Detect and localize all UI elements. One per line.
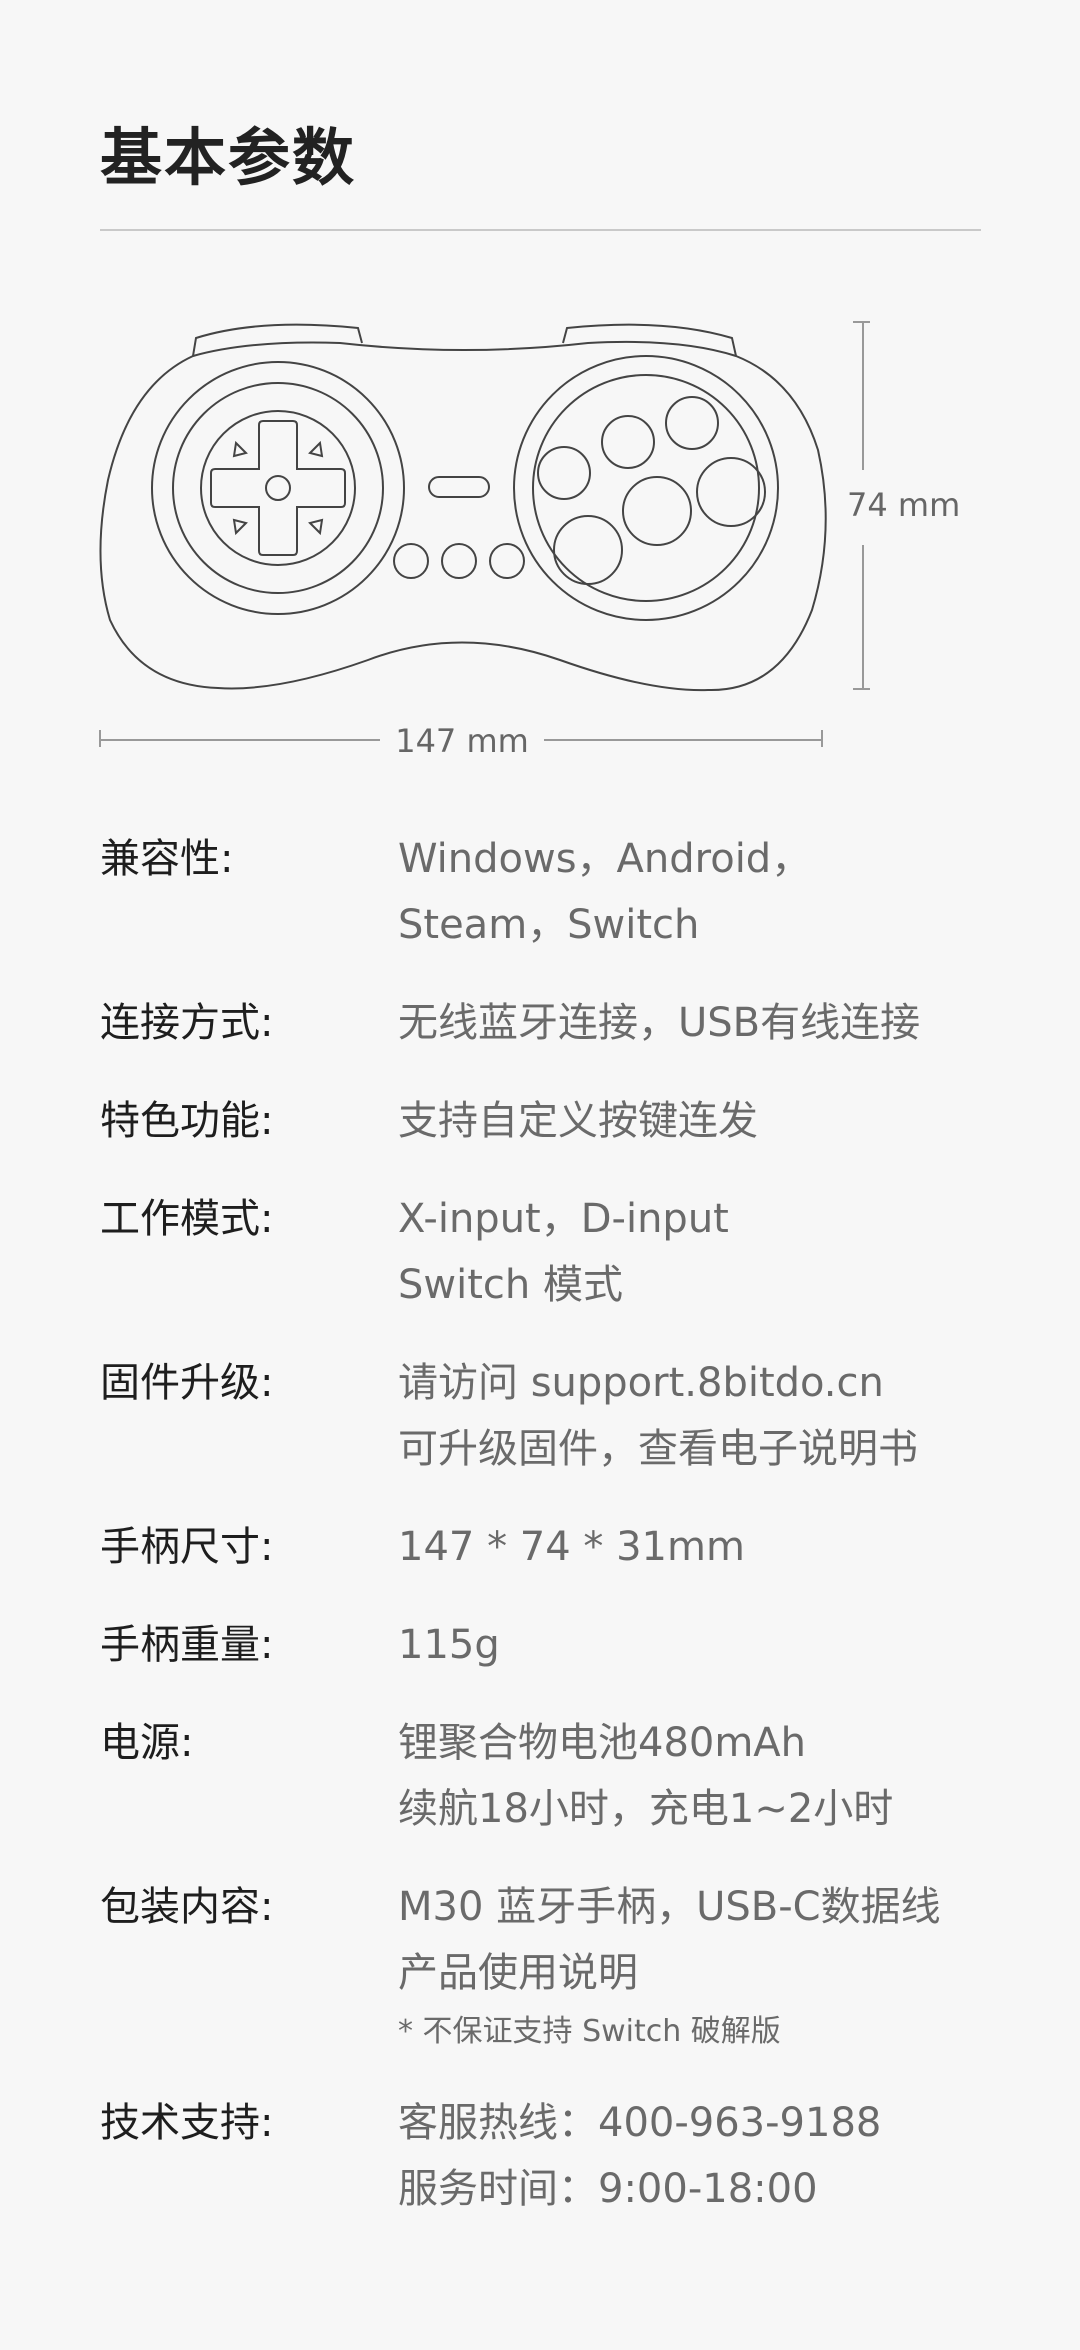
spec-value: 请访问 support.8bitdo.cn — [398, 1360, 884, 1406]
select-pill-icon — [428, 476, 490, 498]
spec-label: 连接方式: — [100, 1000, 274, 1046]
spec-values: X-input，D-input Switch 模式 — [398, 1186, 1000, 1318]
spec-value: Steam，Switch — [398, 902, 700, 948]
spec-label: 兼容性: — [100, 836, 234, 882]
spec-label: 手柄尺寸: — [100, 1524, 274, 1570]
spec-values: 支持自定义按键连发 — [398, 1088, 1000, 1154]
spec-row-support: 技术支持: 客服热线：400-963-9188 服务时间：9:00-18:00 — [100, 2090, 1000, 2222]
spec-label: 手柄重量: — [100, 1622, 274, 1668]
spec-values: 客服热线：400-963-9188 服务时间：9:00-18:00 — [398, 2090, 1000, 2222]
face-button-c-icon — [696, 457, 766, 527]
spec-row-features: 特色功能: 支持自定义按键连发 — [100, 1088, 1000, 1154]
spec-row-package: 包装内容: M30 蓝牙手柄，USB-C数据线 产品使用说明 * 不保证支持 S… — [100, 1874, 1000, 2058]
dpad-arrow-se-icon — [308, 518, 324, 536]
face-button-a-icon — [553, 515, 623, 585]
page-title: 基本参数 — [100, 121, 357, 194]
width-dimension-label: 147 mm — [395, 722, 529, 760]
spec-values: M30 蓝牙手柄，USB-C数据线 产品使用说明 * 不保证支持 Switch … — [398, 1874, 1000, 2058]
face-button-b-icon — [622, 476, 692, 546]
spec-value: 147 * 74 * 31mm — [398, 1524, 745, 1570]
spec-value: 支持自定义按键连发 — [398, 1098, 758, 1144]
spec-row-compatibility: 兼容性: Windows，Android， Steam，Switch — [100, 826, 1000, 958]
spec-value: 客服热线：400-963-9188 — [398, 2100, 882, 2146]
spec-label: 特色功能: — [100, 1098, 274, 1144]
spec-value: 无线蓝牙连接，USB有线连接 — [398, 1000, 921, 1046]
spec-value: Switch 模式 — [398, 1262, 623, 1308]
face-button-z-icon — [665, 396, 719, 450]
spec-row-weight: 手柄重量: 115g — [100, 1612, 1000, 1678]
spec-row-connection: 连接方式: 无线蓝牙连接，USB有线连接 — [100, 990, 1000, 1056]
spec-value: 续航18小时，充电1~2小时 — [398, 1786, 894, 1832]
spec-value: X-input，D-input — [398, 1196, 729, 1242]
face-button-x-icon — [537, 446, 591, 500]
spec-value: M30 蓝牙手柄，USB-C数据线 — [398, 1884, 941, 1930]
spec-value: 服务时间：9:00-18:00 — [398, 2166, 818, 2212]
left-shoulder-bumper-icon — [192, 323, 363, 357]
spec-value: 锂聚合物电池480mAh — [398, 1720, 807, 1766]
spec-label: 技术支持: — [100, 2100, 274, 2146]
spec-label: 固件升级: — [100, 1360, 274, 1406]
dpad-cross-icon — [210, 420, 346, 556]
spec-label: 工作模式: — [100, 1196, 274, 1242]
spec-value: 115g — [398, 1622, 500, 1668]
spec-values: 请访问 support.8bitdo.cn 可升级固件，查看电子说明书 — [398, 1350, 1000, 1482]
home-button-icon — [441, 543, 477, 579]
spec-row-power: 电源: 锂聚合物电池480mAh 续航18小时，充电1~2小时 — [100, 1710, 1000, 1842]
face-outer-ring-icon — [513, 355, 779, 621]
spec-label: 包装内容: — [100, 1884, 274, 1930]
dpad-arrow-ne-icon — [308, 440, 324, 458]
spec-footnote: * 不保证支持 Switch 破解版 — [398, 2014, 781, 2049]
right-shoulder-bumper-icon — [562, 323, 737, 357]
spec-values: 115g — [398, 1612, 1000, 1678]
spec-row-firmware: 固件升级: 请访问 support.8bitdo.cn 可升级固件，查看电子说明… — [100, 1350, 1000, 1482]
controller-dimension-diagram: 74 mm 147 mm — [99, 321, 960, 760]
spec-row-modes: 工作模式: X-input，D-input Switch 模式 — [100, 1186, 1000, 1318]
spec-value: 可升级固件，查看电子说明书 — [398, 1426, 918, 1472]
spec-row-dimensions: 手柄尺寸: 147 * 74 * 31mm — [100, 1514, 1000, 1580]
spec-label: 电源: — [100, 1720, 194, 1766]
controller-body-outline-icon — [99, 340, 827, 692]
star-button-icon — [393, 543, 429, 579]
spec-values: 147 * 74 * 31mm — [398, 1514, 1000, 1580]
spec-values: Windows，Android， Steam，Switch — [398, 826, 1000, 958]
spec-values: 锂聚合物电池480mAh 续航18小时，充电1~2小时 — [398, 1710, 1000, 1842]
dpad-outer-ring-icon — [151, 361, 405, 615]
dpad-center-icon — [265, 475, 291, 501]
face-button-y-icon — [601, 415, 655, 469]
dpad-arrow-sw-icon — [232, 518, 248, 536]
dpad-arrow-nw-icon — [232, 440, 248, 458]
dpad-middle-ring-icon — [172, 382, 384, 594]
dpad-inner-ring-icon — [200, 410, 356, 566]
height-dimension-label: 74 mm — [847, 486, 960, 524]
title-divider — [100, 229, 981, 231]
spec-values: 无线蓝牙连接，USB有线连接 — [398, 990, 1000, 1056]
spec-value: Windows，Android， — [398, 836, 812, 882]
spec-list: 兼容性: Windows，Android， Steam，Switch 连接方式:… — [100, 826, 1000, 2254]
face-inner-ring-icon — [532, 374, 760, 602]
heart-button-icon — [489, 543, 525, 579]
spec-value: 产品使用说明 — [398, 1950, 638, 1996]
